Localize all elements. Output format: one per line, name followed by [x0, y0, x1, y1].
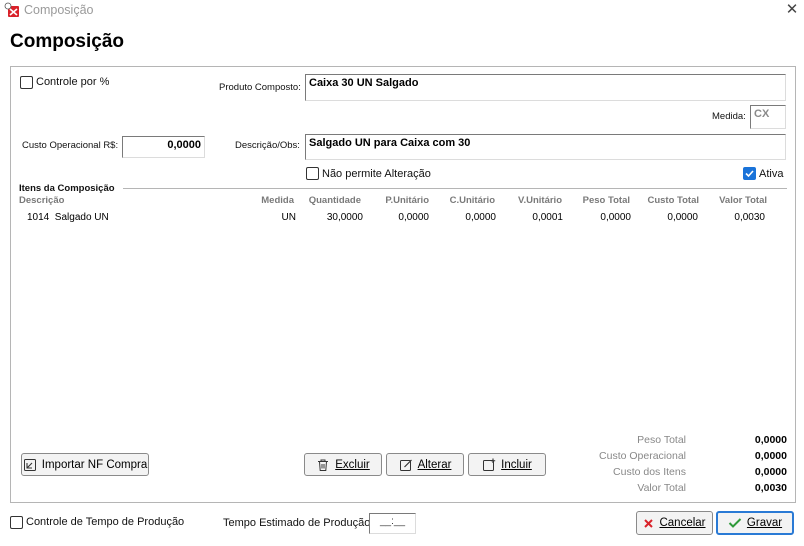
peso-total-label: Peso Total: [637, 434, 686, 446]
col-p-unitario[interactable]: P.Unitário: [368, 195, 429, 206]
importar-label: Importar NF Compra: [41, 458, 148, 471]
cancelar-label: Cancelar: [659, 517, 706, 529]
tempo-estimado-label: Tempo Estimado de Produção: [223, 517, 371, 529]
trash-icon: [318, 459, 329, 471]
check-confirm-icon: [728, 518, 742, 528]
col-medida[interactable]: Medida: [246, 195, 294, 206]
col-quantidade[interactable]: Quantidade: [296, 195, 361, 206]
produto-composto-label: Produto Composto:: [219, 82, 301, 93]
col-peso-total[interactable]: Peso Total: [568, 195, 630, 206]
custo-operacional-total-value: 0,0000: [754, 450, 787, 462]
custo-operacional-total-label: Custo Operacional: [599, 450, 686, 462]
close-icon[interactable]: ✕: [782, 1, 802, 19]
medida-label: Medida:: [712, 111, 746, 122]
controle-pct-checkbox[interactable]: [20, 76, 33, 89]
col-descricao[interactable]: Descrição: [19, 195, 64, 206]
excluir-label: Excluir: [335, 458, 370, 471]
section-divider: [123, 188, 787, 189]
controle-tempo-label: Controle de Tempo de Produção: [26, 516, 185, 528]
alterar-label: Alterar: [417, 458, 452, 471]
edit-icon: [399, 459, 412, 471]
window-title: Composição: [24, 3, 94, 17]
produto-composto-field[interactable]: Caixa 30 UN Salgado: [305, 74, 786, 101]
peso-total-value: 0,0000: [754, 434, 787, 446]
title-bar: Composição ✕: [0, 0, 804, 20]
cell-medida: UN: [281, 212, 296, 223]
cell-peso-total: 0,0000: [600, 212, 631, 223]
col-v-unitario[interactable]: V.Unitário: [500, 195, 562, 206]
cancelar-button[interactable]: Cancelar: [636, 511, 713, 535]
cell-v-unitario: 0,0001: [532, 212, 563, 223]
col-custo-total[interactable]: Custo Total: [636, 195, 699, 206]
page-title: Composição: [10, 31, 125, 52]
cell-descricao: 1014 Salgado UN: [27, 212, 109, 223]
nao-permite-checkbox[interactable]: [306, 167, 319, 180]
descricao-field[interactable]: Salgado UN para Caixa com 30: [305, 134, 786, 160]
alterar-button[interactable]: Alterar: [386, 453, 464, 476]
itens-section-title: Itens da Composição: [19, 183, 115, 194]
custo-itens-label: Custo dos Itens: [613, 466, 686, 478]
controle-tempo-checkbox[interactable]: [10, 516, 23, 529]
add-icon: [483, 458, 496, 471]
check-icon: [745, 170, 754, 178]
incluir-label: Incluir: [501, 458, 532, 471]
custo-operacional-label: Custo Operacional R$:: [22, 140, 119, 151]
app-icon: [4, 2, 20, 18]
cancel-x-icon: [644, 518, 654, 528]
gravar-label: Gravar: [746, 517, 783, 529]
excluir-button[interactable]: Excluir: [304, 453, 382, 476]
importar-nf-button[interactable]: Importar NF Compra: [21, 453, 149, 476]
col-valor-total[interactable]: Valor Total: [704, 195, 767, 206]
cell-p-unitario: 0,0000: [398, 212, 429, 223]
cell-valor-total: 0,0030: [734, 212, 765, 223]
incluir-button[interactable]: Incluir: [468, 453, 546, 476]
custo-operacional-field[interactable]: 0,0000: [122, 136, 205, 158]
controle-pct-label: Controle por %: [36, 76, 110, 88]
col-c-unitario[interactable]: C.Unitário: [434, 195, 495, 206]
valor-total-value: 0,0030: [754, 482, 787, 494]
tempo-estimado-field[interactable]: __:__: [369, 513, 416, 534]
nao-permite-label: Não permite Alteração: [322, 168, 431, 180]
ativa-checkbox[interactable]: [743, 167, 756, 180]
gravar-button[interactable]: Gravar: [716, 511, 794, 535]
ativa-label: Ativa: [759, 168, 784, 180]
import-icon: [23, 458, 36, 471]
medida-field[interactable]: CX: [750, 105, 786, 129]
descricao-label: Descrição/Obs:: [235, 140, 300, 151]
custo-itens-value: 0,0000: [754, 466, 787, 478]
valor-total-label: Valor Total: [637, 482, 686, 494]
cell-custo-total: 0,0000: [667, 212, 698, 223]
cell-c-unitario: 0,0000: [465, 212, 496, 223]
cell-quantidade: 30,0000: [326, 212, 363, 223]
